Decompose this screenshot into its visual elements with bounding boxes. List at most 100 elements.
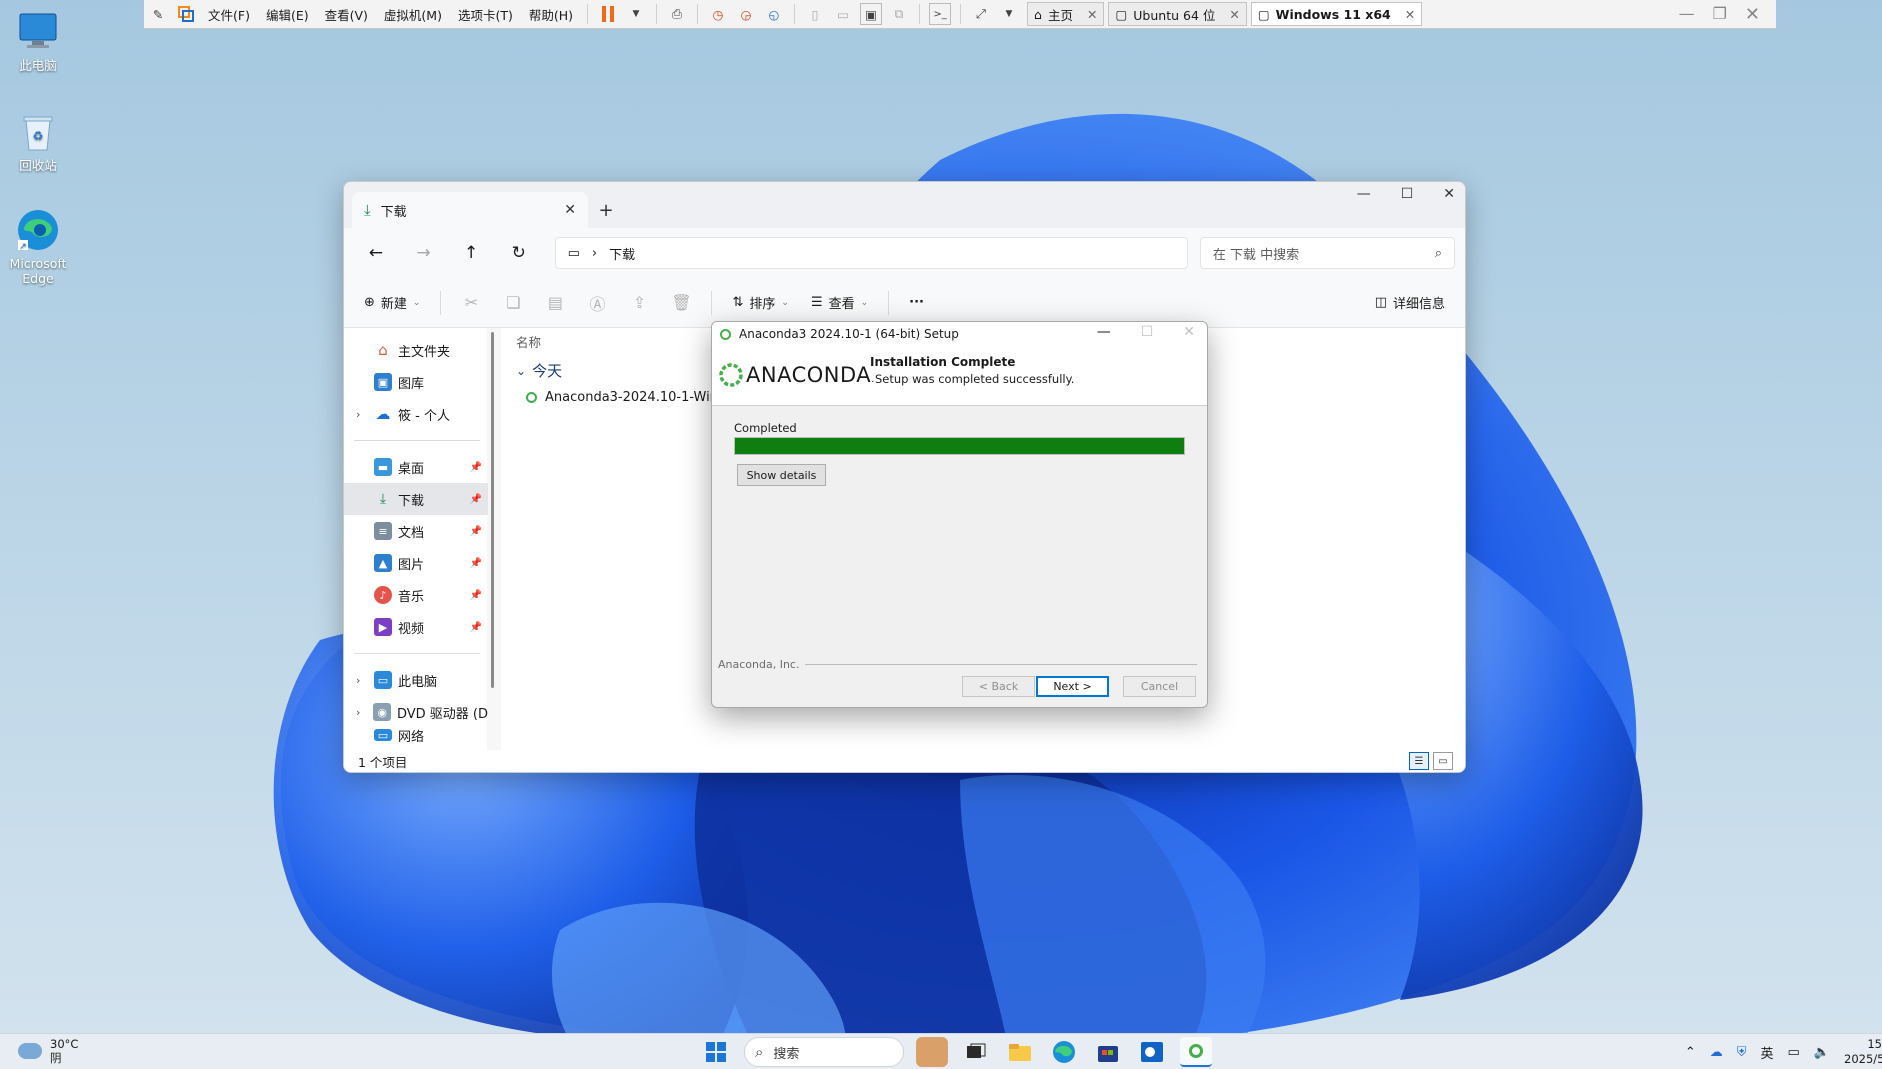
store-icon[interactable] <box>1092 1037 1124 1067</box>
close-icon[interactable]: ✕ <box>1443 186 1455 202</box>
group-header-today[interactable]: ⌄ 今天 <box>516 360 562 381</box>
vm-tab-ubuntu[interactable]: ▢ Ubuntu 64 位 ✕ <box>1108 2 1247 26</box>
breadcrumb[interactable]: 下载 <box>609 244 635 263</box>
close-icon[interactable]: ✕ <box>564 202 576 218</box>
pin-icon[interactable]: 📌 <box>470 590 482 601</box>
menu-help[interactable]: 帮助(H) <box>521 5 581 24</box>
new-tab-button[interactable]: + <box>588 192 624 228</box>
chevron-down-icon[interactable]: ▼ <box>625 3 647 25</box>
nav-scrollbar-track[interactable] <box>487 328 501 750</box>
sort-button[interactable]: ⇅ 排序 ⌄ <box>724 287 796 319</box>
console-icon[interactable]: >_ <box>929 3 952 25</box>
ime-indicator[interactable]: 英 <box>1761 1043 1774 1062</box>
file-row[interactable]: Anaconda3-2024.10-1-Windo <box>526 390 734 405</box>
snapshot-icon[interactable]: ◷ <box>707 3 729 25</box>
rename-icon[interactable]: Ⓐ <box>579 287 615 319</box>
copy-icon[interactable]: ❏ <box>495 287 531 319</box>
desktop-icon-edge[interactable]: ↗ Microsoft Edge <box>2 208 74 286</box>
pin-icon[interactable]: 📌 <box>470 526 482 537</box>
nav-item-onedrive[interactable]: › ☁ 筱 - 个人 <box>344 398 488 430</box>
pin-icon[interactable]: ✎ <box>147 3 169 25</box>
menu-view[interactable]: 查看(V) <box>317 5 376 24</box>
address-box[interactable]: ▭ › 下载 <box>554 237 1188 269</box>
chevron-right-icon[interactable]: › <box>356 674 374 687</box>
minimize-icon[interactable]: — <box>1357 186 1371 202</box>
new-button[interactable]: ⊕ 新建 ⌄ <box>356 287 428 319</box>
pin-icon[interactable]: 📌 <box>470 462 482 473</box>
cut-icon[interactable]: ✂ <box>453 287 489 319</box>
snapshot-manager-icon[interactable]: ◵ <box>763 3 785 25</box>
send-keys-icon[interactable]: ⎙ <box>666 3 688 25</box>
task-view-icon[interactable] <box>960 1037 992 1067</box>
nav-item-music[interactable]: ♪ 音乐 📌 <box>344 579 488 611</box>
nav-item-pictures[interactable]: ▲ 图片 📌 <box>344 547 488 579</box>
start-button[interactable] <box>700 1037 732 1067</box>
revert-snapshot-icon[interactable]: ◶ <box>735 3 757 25</box>
explorer-tab[interactable]: ⤓ 下载 ✕ <box>352 192 588 228</box>
pause-icon[interactable] <box>597 3 619 25</box>
nav-item-downloads[interactable]: ⤓ 下载 📌 <box>344 483 488 515</box>
pin-icon[interactable]: 📌 <box>470 622 482 633</box>
details-view-icon[interactable]: ☰ <box>1409 752 1429 770</box>
volume-icon[interactable]: 🔈 <box>1814 1045 1830 1060</box>
nav-item-gallery[interactable]: ▣ 图库 <box>344 366 488 398</box>
up-button[interactable]: ↑ <box>449 235 493 271</box>
chevron-down-icon[interactable]: ▼ <box>998 3 1020 25</box>
widgets-app-icon[interactable] <box>916 1037 948 1067</box>
maximize-icon[interactable]: ❐ <box>1713 4 1727 25</box>
menu-file[interactable]: 文件(F) <box>200 5 258 24</box>
vm-tab-windows11[interactable]: ▢ Windows 11 x64 ✕ <box>1250 2 1423 26</box>
security-icon[interactable]: ⛨ <box>1737 1045 1747 1060</box>
column-header-name[interactable]: 名称 <box>516 332 541 351</box>
fullscreen-icon[interactable]: ⤢ <box>970 3 992 25</box>
vm-tab-home[interactable]: ⌂ 主页 ✕ <box>1027 2 1105 26</box>
menu-tabs[interactable]: 选项卡(T) <box>450 5 521 24</box>
nav-item-this-pc[interactable]: › ▭ 此电脑 <box>344 664 488 696</box>
menu-edit[interactable]: 编辑(E) <box>258 5 317 24</box>
weather-widget[interactable]: 30°C 阴 <box>18 1037 78 1065</box>
close-icon[interactable]: ✕ <box>1405 7 1415 22</box>
thumbnail-icon[interactable]: ▭ <box>832 3 854 25</box>
pin-icon[interactable]: 📌 <box>470 494 482 505</box>
edge-icon[interactable] <box>1048 1037 1080 1067</box>
chevron-right-icon[interactable]: › <box>356 408 374 421</box>
file-explorer-icon[interactable] <box>1004 1037 1036 1067</box>
close-icon[interactable]: ✕ <box>1745 4 1760 25</box>
close-icon[interactable]: ✕ <box>1229 7 1239 22</box>
pin-icon[interactable]: 📌 <box>470 558 482 569</box>
nav-item-dvd[interactable]: › ◉ DVD 驱动器 (D <box>344 696 488 728</box>
search-input[interactable]: 在 下载 中搜索 ⌕ <box>1199 237 1455 269</box>
outlook-icon[interactable] <box>1136 1037 1168 1067</box>
clock[interactable]: 15 2025/5 <box>1844 1037 1882 1067</box>
stretch-icon[interactable]: ⧉ <box>888 3 910 25</box>
sidebar-toggle-icon[interactable]: ▯ <box>804 3 826 25</box>
refresh-button[interactable]: ↻ <box>497 235 541 271</box>
anaconda-taskbar-icon[interactable] <box>1180 1037 1212 1067</box>
nav-scrollbar-thumb[interactable] <box>491 332 494 688</box>
maximize-icon[interactable]: ☐ <box>1401 186 1414 202</box>
desktop-icon-recycle-bin[interactable]: ♻ 回收站 <box>2 110 74 173</box>
minimize-icon[interactable]: — <box>1097 324 1111 340</box>
share-icon[interactable]: ⇪ <box>621 287 657 319</box>
forward-button[interactable]: → <box>402 235 446 271</box>
menu-vm[interactable]: 虚拟机(M) <box>376 5 450 24</box>
delete-icon[interactable]: 🗑 <box>663 287 699 319</box>
nav-item-home[interactable]: ⌂ 主文件夹 <box>344 334 488 366</box>
next-button[interactable]: Next > <box>1036 676 1109 697</box>
tiles-view-icon[interactable]: ▭ <box>1433 752 1453 770</box>
onedrive-icon[interactable]: ☁ <box>1710 1045 1723 1060</box>
back-button[interactable]: ← <box>354 235 398 271</box>
more-button[interactable]: ··· <box>901 287 932 319</box>
paste-icon[interactable]: ▤ <box>537 287 573 319</box>
minimize-icon[interactable]: — <box>1679 4 1695 25</box>
chevron-right-icon[interactable]: › <box>356 706 373 719</box>
nav-item-videos[interactable]: ▶ 视频 📌 <box>344 611 488 643</box>
nav-item-network[interactable]: ▭ 网络 <box>344 728 488 742</box>
view-button[interactable]: ☰ 查看 ⌄ <box>803 287 876 319</box>
chevron-up-icon[interactable]: ⌃ <box>1685 1045 1696 1060</box>
close-icon[interactable]: ✕ <box>1087 7 1097 22</box>
desktop-icon-this-pc[interactable]: 此电脑 <box>2 10 74 73</box>
nav-item-desktop[interactable]: ▬ 桌面 📌 <box>344 451 488 483</box>
show-details-button[interactable]: Show details <box>737 464 826 486</box>
nav-item-documents[interactable]: ≡ 文档 📌 <box>344 515 488 547</box>
